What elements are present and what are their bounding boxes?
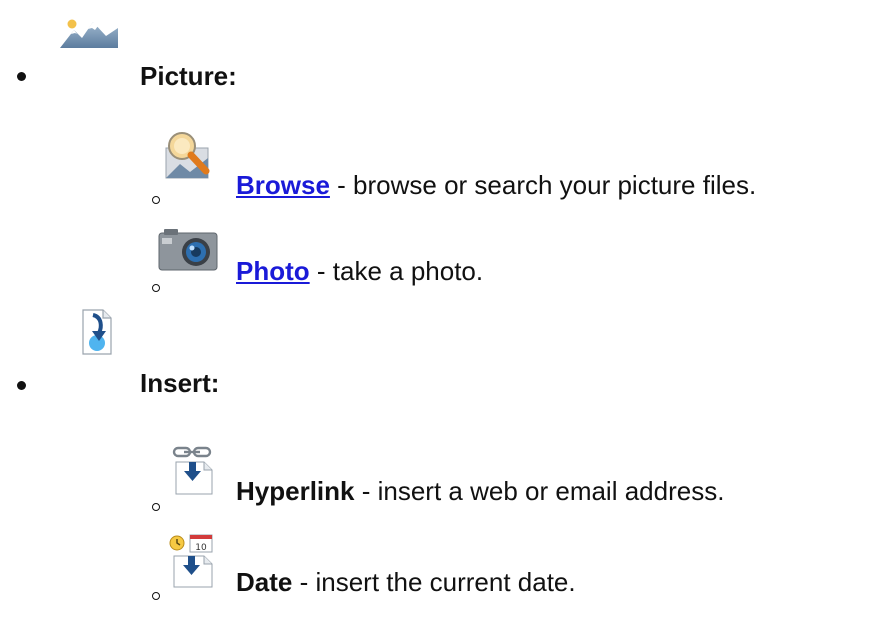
camera-icon (158, 228, 218, 272)
calendar-number: 10 (195, 543, 207, 553)
insert-document-arrow-icon (82, 309, 112, 355)
bullet-disc (17, 381, 26, 390)
photo-description: - take a photo. (309, 256, 484, 286)
photo-link[interactable]: Photo (236, 256, 310, 286)
insert-heading: Insert: (140, 368, 219, 398)
bullet-disc (17, 72, 26, 81)
browse-item: Browse - browse or search your picture f… (236, 170, 756, 200)
hyperlink-description: - insert a web or email address. (354, 476, 725, 506)
date-item: Date - insert the current date. (236, 567, 576, 597)
hyperlink-term: Hyperlink (236, 476, 355, 506)
photo-item: Photo - take a photo. (236, 256, 483, 286)
bullet-circle (152, 196, 160, 204)
picture-label: Picture: (140, 61, 237, 91)
date-description: - insert the current date. (292, 567, 576, 597)
picture-mountain-icon (60, 18, 118, 48)
bullet-circle (152, 592, 160, 600)
bullet-circle (152, 284, 160, 292)
insert-label: Insert: (140, 368, 220, 398)
date-calendar-icon: 10 (166, 534, 218, 588)
bullet-circle (152, 503, 160, 511)
date-term: Date (236, 567, 293, 597)
hyperlink-chain-icon (170, 446, 218, 496)
browse-link[interactable]: Browse (236, 170, 330, 200)
hyperlink-item: Hyperlink - insert a web or email addres… (236, 476, 724, 506)
browse-magnifier-icon (160, 128, 218, 182)
picture-heading: Picture: (140, 61, 237, 91)
browse-description: - browse or search your picture files. (329, 170, 757, 200)
